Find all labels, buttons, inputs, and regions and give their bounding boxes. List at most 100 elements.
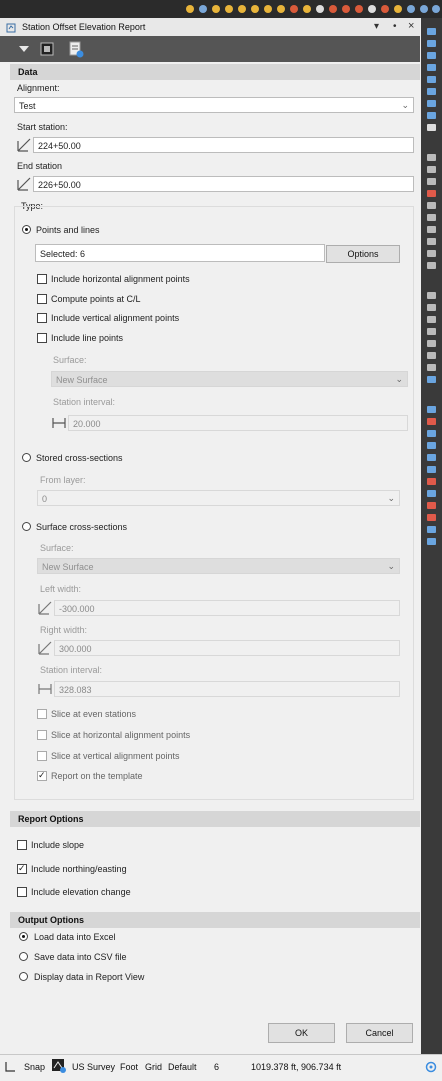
surface-cross-sections-radio[interactable] [22, 522, 31, 531]
linear-unit[interactable]: Foot [120, 1062, 138, 1072]
tool-icon[interactable] [303, 5, 311, 13]
snap-settings-icon[interactable] [51, 1058, 67, 1074]
tool-icon[interactable] [427, 430, 436, 437]
tool-icon[interactable] [432, 5, 440, 13]
report-on-the-template-checkbox[interactable]: ✓ [37, 770, 47, 781]
tool-icon[interactable] [427, 406, 436, 413]
pick-station-icon[interactable] [16, 137, 32, 153]
tool-icon[interactable] [368, 5, 376, 13]
tool-icon[interactable] [420, 5, 428, 13]
tool-icon[interactable] [427, 418, 436, 425]
tool-icon[interactable] [277, 5, 285, 13]
include-slope-checkbox[interactable] [17, 840, 27, 850]
right-width-input[interactable]: 300.000 [54, 640, 400, 656]
end-station-input[interactable]: 226+50.00 [33, 176, 414, 192]
tool-icon[interactable] [427, 364, 436, 371]
units-system[interactable]: US Survey [72, 1062, 115, 1072]
tool-icon[interactable] [264, 5, 272, 13]
dropdown-menu-icon[interactable]: ▾ [374, 21, 379, 32]
surface-dropdown[interactable]: New Surface ⌄ [37, 558, 400, 574]
station-interval-input[interactable]: 20.000 [68, 415, 408, 431]
tool-icon[interactable] [342, 5, 350, 13]
tool-icon[interactable] [427, 64, 436, 71]
compute-points-at-cl-checkbox[interactable] [37, 294, 47, 304]
tool-icon[interactable] [225, 5, 233, 13]
display-data-in-report-view-radio[interactable] [19, 972, 28, 981]
interval-icon[interactable] [37, 681, 53, 697]
tool-icon[interactable] [427, 442, 436, 449]
start-station-input[interactable]: 224+50.00 [33, 137, 414, 153]
snap-toggle[interactable]: Snap [24, 1062, 45, 1072]
from-layer-dropdown[interactable]: 0 ⌄ [37, 490, 400, 506]
tool-icon[interactable] [427, 514, 436, 521]
tool-icon[interactable] [427, 226, 436, 233]
include-horizontal-alignment-points-checkbox[interactable] [37, 274, 47, 284]
tool-icon[interactable] [427, 166, 436, 173]
tool-icon[interactable] [427, 340, 436, 347]
left-width-icon[interactable] [37, 600, 53, 616]
tool-icon[interactable] [427, 40, 436, 47]
tool-icon[interactable] [427, 316, 436, 323]
tool-icon[interactable] [427, 466, 436, 473]
tool-icon[interactable] [427, 190, 436, 197]
tool-icon[interactable] [427, 202, 436, 209]
tool-icon[interactable] [427, 262, 436, 269]
tool-icon[interactable] [212, 5, 220, 13]
surface-dropdown[interactable]: New Surface ⌄ [51, 371, 408, 387]
slice-at-even-stations-checkbox[interactable] [37, 709, 47, 719]
tool-icon[interactable] [427, 304, 436, 311]
tool-icon[interactable] [427, 28, 436, 35]
tool-icon[interactable] [251, 5, 259, 13]
tool-icon[interactable] [427, 352, 436, 359]
options-button[interactable]: Options [326, 245, 400, 263]
tool-icon[interactable] [427, 250, 436, 257]
tool-icon[interactable] [427, 526, 436, 533]
tool-icon[interactable] [329, 5, 337, 13]
tool-icon[interactable] [407, 5, 415, 13]
tool-icon[interactable] [381, 5, 389, 13]
points-and-lines-radio[interactable] [22, 225, 31, 234]
tool-icon[interactable] [290, 5, 298, 13]
tool-icon[interactable] [427, 112, 436, 119]
include-elevation-change-checkbox[interactable] [17, 887, 27, 897]
interval-icon[interactable] [51, 415, 67, 431]
slice-at-horizontal-alignment-points-checkbox[interactable] [37, 730, 47, 740]
tool-icon[interactable] [427, 478, 436, 485]
pin-icon[interactable]: • [393, 21, 397, 32]
tool-icon[interactable] [427, 502, 436, 509]
settings-icon[interactable] [425, 1061, 437, 1073]
tool-icon[interactable] [316, 5, 324, 13]
tool-icon[interactable] [355, 5, 363, 13]
station-interval-input[interactable]: 328.083 [54, 681, 400, 697]
slice-at-vertical-alignment-points-checkbox[interactable] [37, 751, 47, 761]
tool-icon[interactable] [394, 5, 402, 13]
stored-cross-sections-radio[interactable] [22, 453, 31, 462]
tool-icon[interactable] [427, 238, 436, 245]
tool-icon[interactable] [186, 5, 194, 13]
tool-icon[interactable] [427, 88, 436, 95]
right-width-icon[interactable] [37, 640, 53, 656]
collapse-icon[interactable] [18, 44, 30, 54]
tool-icon[interactable] [427, 538, 436, 545]
tool-icon[interactable] [238, 5, 246, 13]
tool-icon[interactable] [427, 328, 436, 335]
load-data-into-excel-radio[interactable] [19, 932, 28, 941]
include-vertical-alignment-points-checkbox[interactable] [37, 313, 47, 323]
tool-icon[interactable] [427, 490, 436, 497]
include-northing-easting-checkbox[interactable]: ✓ [17, 863, 27, 874]
tool-icon[interactable] [427, 292, 436, 299]
tool-icon[interactable] [427, 100, 436, 107]
tool-icon[interactable] [427, 124, 436, 131]
left-width-input[interactable]: -300.000 [54, 600, 400, 616]
tool-icon[interactable] [427, 154, 436, 161]
grid-toggle[interactable]: Grid [145, 1062, 162, 1072]
tool-icon[interactable] [427, 76, 436, 83]
ok-button[interactable]: OK [268, 1023, 335, 1043]
cancel-button[interactable]: Cancel [346, 1023, 413, 1043]
alignment-dropdown[interactable]: Test ⌄ [14, 97, 414, 113]
preview-icon[interactable] [40, 42, 54, 56]
report-settings-icon[interactable] [68, 40, 84, 58]
active-layer[interactable]: Default [168, 1062, 197, 1072]
include-line-points-checkbox[interactable] [37, 333, 47, 343]
tool-icon[interactable] [427, 376, 436, 383]
